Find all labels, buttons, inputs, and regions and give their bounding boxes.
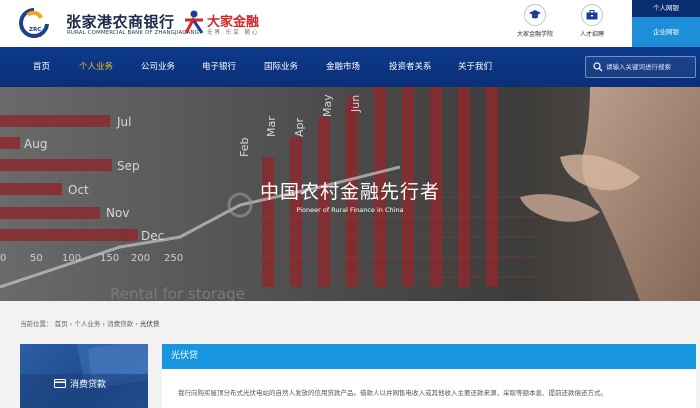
corporate-banking-button[interactable]: 企业网银 (632, 17, 700, 47)
banner-title: 中国农村金融先行者 (259, 181, 440, 203)
briefcase-icon (586, 10, 598, 20)
svg-text:BANK: BANK (29, 33, 43, 39)
breadcrumb-personal[interactable]: 个人业务 (74, 320, 100, 328)
nav-investor-relations[interactable]: 投资者关系 (389, 47, 432, 87)
card-label-text: 消费贷款 (70, 380, 107, 390)
banner-month-feb: Feb (238, 137, 251, 157)
academy-label: 大家金融学院 (516, 31, 553, 38)
brand-subtitle: 无界 乐享 随心 (207, 30, 260, 36)
consumer-loan-card[interactable]: 消费贷款 (20, 344, 148, 408)
card-label: 消费贷款 (54, 377, 106, 390)
banner-month-jun: Jun (349, 94, 362, 112)
svg-text:ZRC: ZRC (29, 27, 41, 33)
banner-month-mar: Mar (265, 116, 278, 137)
breadcrumb-current: 光伏贷 (139, 320, 160, 328)
banner-axis-0: 0 (0, 253, 7, 264)
breadcrumb-separator: › (135, 320, 138, 328)
breadcrumb-home[interactable]: 首页 (55, 320, 68, 328)
nav-international-business[interactable]: 国际业务 (264, 47, 298, 87)
banner-month-jul: Jul (117, 115, 132, 129)
top-header: ZRC BANK 张家港农商银行 RURAL COMMERCIAL BANK O… (0, 0, 700, 47)
banner-axis-100: 100 (62, 253, 82, 264)
banner-month-dec: Dec (141, 229, 165, 243)
nav-e-banking[interactable]: 电子银行 (202, 47, 236, 87)
nav-personal-business[interactable]: 个人业务 (79, 47, 113, 87)
banner-axis-200: 200 (131, 253, 151, 264)
nav-financial-markets[interactable]: 金融市场 (326, 47, 360, 87)
banner-axis-150: 150 (100, 253, 120, 264)
hero-banner: Jul Aug Sep Oct Nov Dec 0 50 100 150 200… (0, 87, 700, 301)
search-box[interactable] (585, 56, 696, 78)
academy-link[interactable]: 大家金融学院 (512, 4, 558, 44)
breadcrumb-prefix: 当前位置： (20, 320, 53, 328)
search-input[interactable] (606, 60, 694, 74)
card-background-image (20, 344, 148, 408)
card-icon (54, 379, 66, 388)
nav-about-us[interactable]: 关于我们 (458, 47, 492, 87)
graduation-cap-icon (529, 10, 541, 19)
banner-month-apr: Apr (293, 117, 306, 137)
banner-bottom-text: Rental for storage (110, 285, 245, 301)
banner-month-aug: Aug (24, 137, 48, 151)
search-icon[interactable] (593, 62, 603, 72)
banner-month-sep: Sep (117, 159, 140, 173)
dajia-jinrong-logo-icon (184, 10, 204, 34)
content-panel: 光伏贷 我行向购买屋顶分布式光伏电站的自然人发放的信用贷款产品。借款人以并网售电… (162, 344, 696, 408)
breadcrumb-separator: › (69, 320, 73, 328)
banner-month-may: May (321, 94, 334, 117)
banner-axis-250: 250 (164, 253, 184, 264)
banner-axis-50: 50 (30, 253, 43, 264)
panel-title: 光伏贷 (162, 344, 696, 369)
recruitment-link[interactable]: 人才招聘 (569, 4, 615, 44)
bank-name-en: RURAL COMMERCIAL BANK OF ZHANGJIAGANG (67, 30, 200, 36)
zrc-logo-icon[interactable]: ZRC BANK (18, 7, 62, 41)
nav-home[interactable]: 首页 (33, 47, 50, 87)
breadcrumb-consumer-loan[interactable]: 消费贷款 (107, 320, 133, 328)
recruitment-label: 人才招聘 (579, 31, 604, 38)
breadcrumb: 当前位置： 首页 › 个人业务 › 消费贷款 › 光伏贷 (20, 318, 159, 328)
nav-corporate-business[interactable]: 公司业务 (141, 47, 175, 87)
product-description: 我行向购买屋顶分布式光伏电站的自然人发放的信用贷款产品。借款人以并网售电收入或其… (178, 389, 607, 397)
bank-name-cn: 张家港农商银行 (66, 13, 175, 31)
breadcrumb-separator: › (102, 320, 106, 328)
banner-subtitle: Pioneer of Rural Finance in China (296, 206, 404, 214)
personal-banking-button[interactable]: 个人网银 (632, 0, 700, 17)
